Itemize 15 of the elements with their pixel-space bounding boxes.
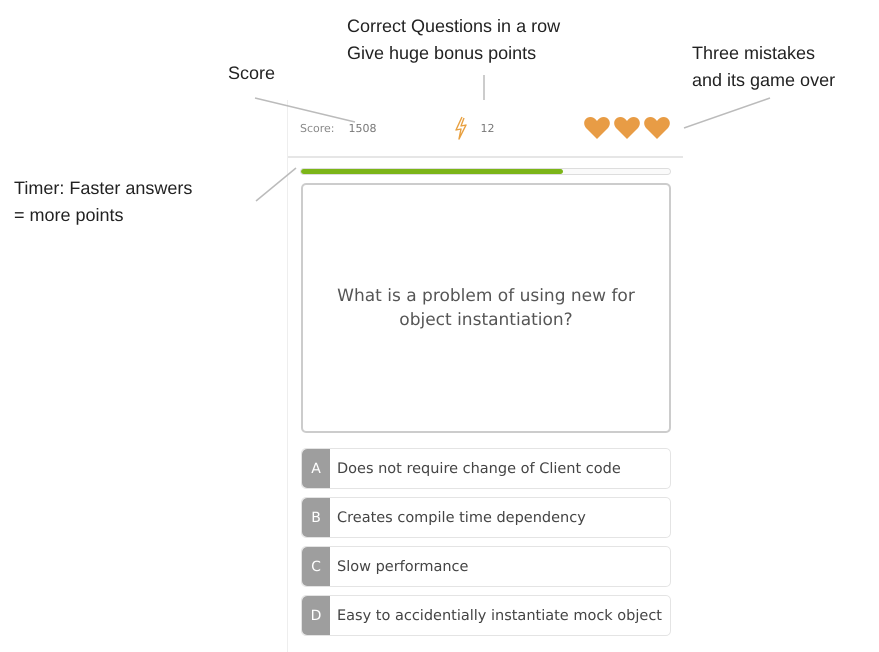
streak-count: 12	[480, 122, 495, 134]
answer-option[interactable]: A Does not require change of Client code	[301, 448, 671, 489]
question-text: What is a problem of using new for object instantiation?	[336, 285, 636, 332]
score-label: Score:	[300, 122, 335, 134]
answer-option[interactable]: C Slow performance	[301, 546, 671, 587]
answer-option[interactable]: B Creates compile time dependency	[301, 497, 671, 538]
lightning-icon	[452, 116, 469, 140]
score-value: 1508	[348, 122, 377, 134]
leader-line	[256, 167, 296, 202]
annotation-text: Three mistakes and its game over	[692, 42, 836, 92]
leader-line	[483, 75, 485, 100]
annotation-text: Correct Questions in a row Give huge bonus points	[347, 15, 562, 65]
annotation-text: Timer: Faster answers = more points	[14, 177, 194, 227]
answer-option[interactable]: D Easy to accidentially instantiate mock object	[301, 595, 671, 636]
annotation-text: Score	[228, 62, 276, 85]
